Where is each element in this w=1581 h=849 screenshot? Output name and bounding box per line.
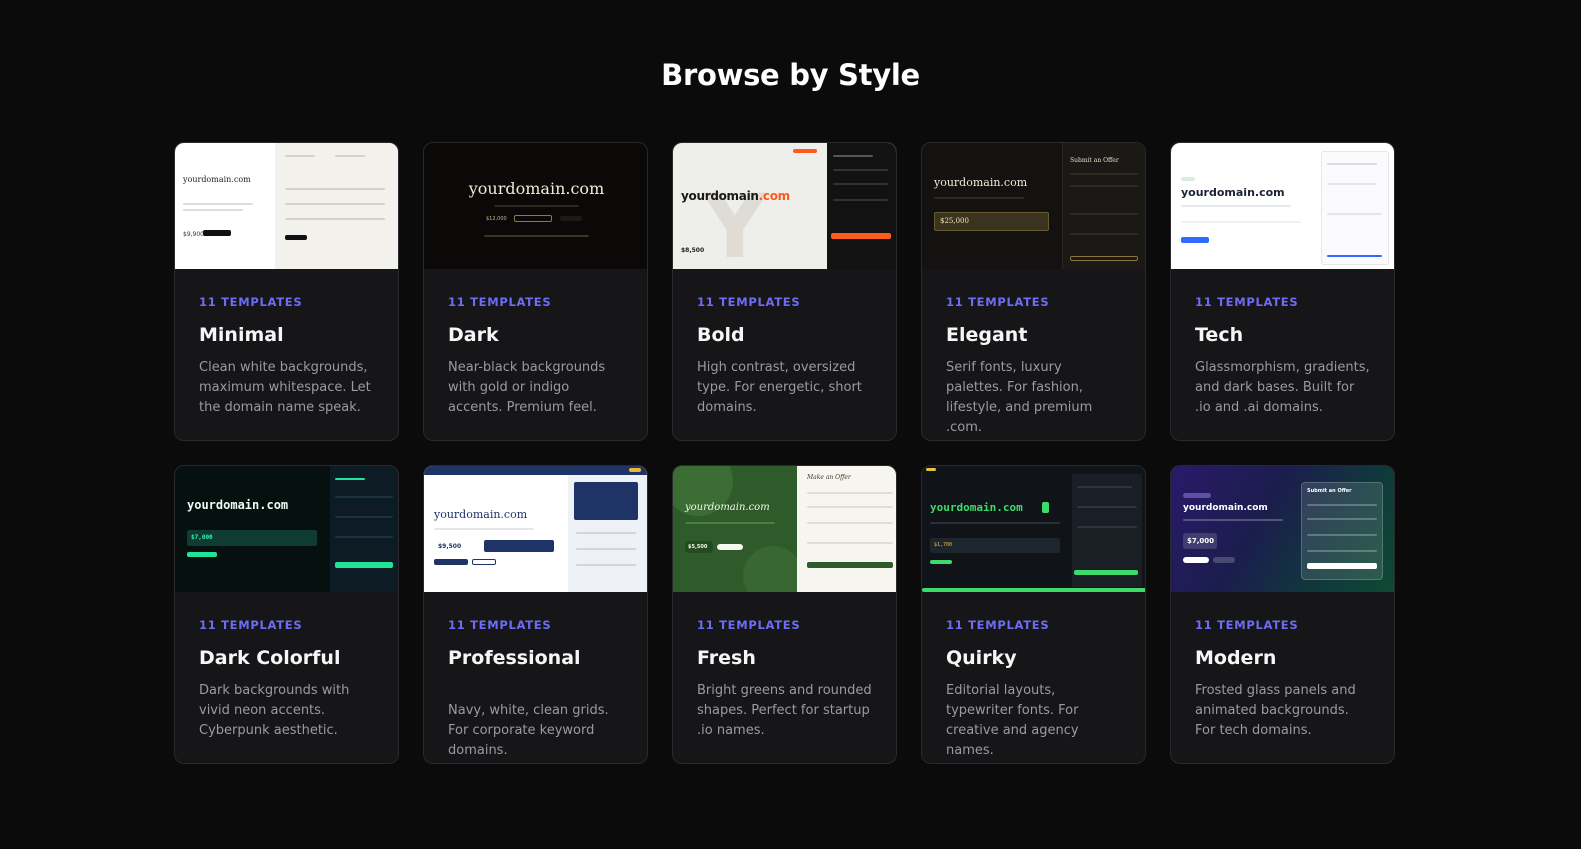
style-card-bold[interactable]: Y yourdomain.com $8,500 11 TEMPLATES Bol… (672, 142, 897, 441)
template-preview: yourdomain.com $12,000 (424, 143, 647, 269)
style-description: High contrast, oversized type. For energ… (697, 360, 862, 415)
style-title: Tech (1195, 324, 1244, 346)
style-card-quirky[interactable]: yourdomain.com $1,700 11 TEMPLATES Quirk… (921, 465, 1146, 764)
style-description: Frosted glass panels and animated backgr… (1195, 683, 1356, 738)
template-preview: yourdomain.com $7,000 (175, 466, 398, 592)
page-title: Browse by Style (661, 58, 920, 92)
style-title: Bold (697, 324, 745, 346)
template-preview: yourdomain.com $5,500 Make an Offer (673, 466, 896, 592)
style-card-modern[interactable]: yourdomain.com $7,000 Submit an Offer 11… (1170, 465, 1395, 764)
template-count: 11 TEMPLATES (199, 295, 303, 309)
template-preview: yourdomain.com (1171, 143, 1394, 269)
template-count: 11 TEMPLATES (448, 295, 552, 309)
template-count: 11 TEMPLATES (1195, 295, 1299, 309)
style-description: Editorial layouts, typewriter fonts. For… (946, 683, 1079, 758)
style-title: Minimal (199, 324, 284, 346)
template-count: 11 TEMPLATES (946, 618, 1050, 632)
style-grid: yourdomain.com $9,900 11 TEMPLATES Minim… (174, 142, 1395, 764)
style-card-fresh[interactable]: yourdomain.com $5,500 Make an Offer 11 T… (672, 465, 897, 764)
style-card-minimal[interactable]: yourdomain.com $9,900 11 TEMPLATES Minim… (174, 142, 399, 441)
template-preview: yourdomain.com $25,000 Submit an Offer (922, 143, 1145, 269)
template-count: 11 TEMPLATES (697, 618, 801, 632)
style-title: Elegant (946, 324, 1028, 346)
style-card-professional[interactable]: yourdomain.com $9,500 11 TEMPLATES Profe… (423, 465, 648, 764)
template-preview: Y yourdomain.com $8,500 (673, 143, 896, 269)
style-description: Clean white backgrounds, maximum whitesp… (199, 360, 371, 415)
style-description: Navy, white, clean grids. For corporate … (448, 703, 609, 758)
style-card-dark-colorful[interactable]: yourdomain.com $7,000 11 TEMPLATES Dark … (174, 465, 399, 764)
style-description: Serif fonts, luxury palettes. For fashio… (946, 360, 1093, 435)
style-card-dark[interactable]: yourdomain.com $12,000 11 TEMPLATES Dark… (423, 142, 648, 441)
template-count: 11 TEMPLATES (697, 295, 801, 309)
template-preview: yourdomain.com $7,000 Submit an Offer (1171, 466, 1394, 592)
template-preview: yourdomain.com $9,500 (424, 466, 647, 592)
template-count: 11 TEMPLATES (199, 618, 303, 632)
style-title: Dark (448, 324, 499, 346)
style-description: Near-black backgrounds with gold or indi… (448, 360, 606, 415)
template-count: 11 TEMPLATES (946, 295, 1050, 309)
style-card-tech[interactable]: yourdomain.com 11 TEMPLATES Tech Glassmo… (1170, 142, 1395, 441)
template-preview: yourdomain.com $9,900 (175, 143, 398, 269)
style-title: Quirky (946, 647, 1017, 669)
style-description: Dark backgrounds with vivid neon accents… (199, 683, 350, 738)
style-title: Fresh (697, 647, 756, 669)
template-preview: yourdomain.com $1,700 (922, 466, 1145, 592)
template-count: 11 TEMPLATES (448, 618, 552, 632)
style-title: Dark Colorful (199, 647, 341, 669)
style-description: Bright greens and rounded shapes. Perfec… (697, 683, 872, 738)
style-description: Glassmorphism, gradients, and dark bases… (1195, 360, 1370, 415)
template-count: 11 TEMPLATES (1195, 618, 1299, 632)
style-card-elegant[interactable]: yourdomain.com $25,000 Submit an Offer 1… (921, 142, 1146, 441)
style-title: Professional (448, 647, 581, 669)
style-title: Modern (1195, 647, 1277, 669)
